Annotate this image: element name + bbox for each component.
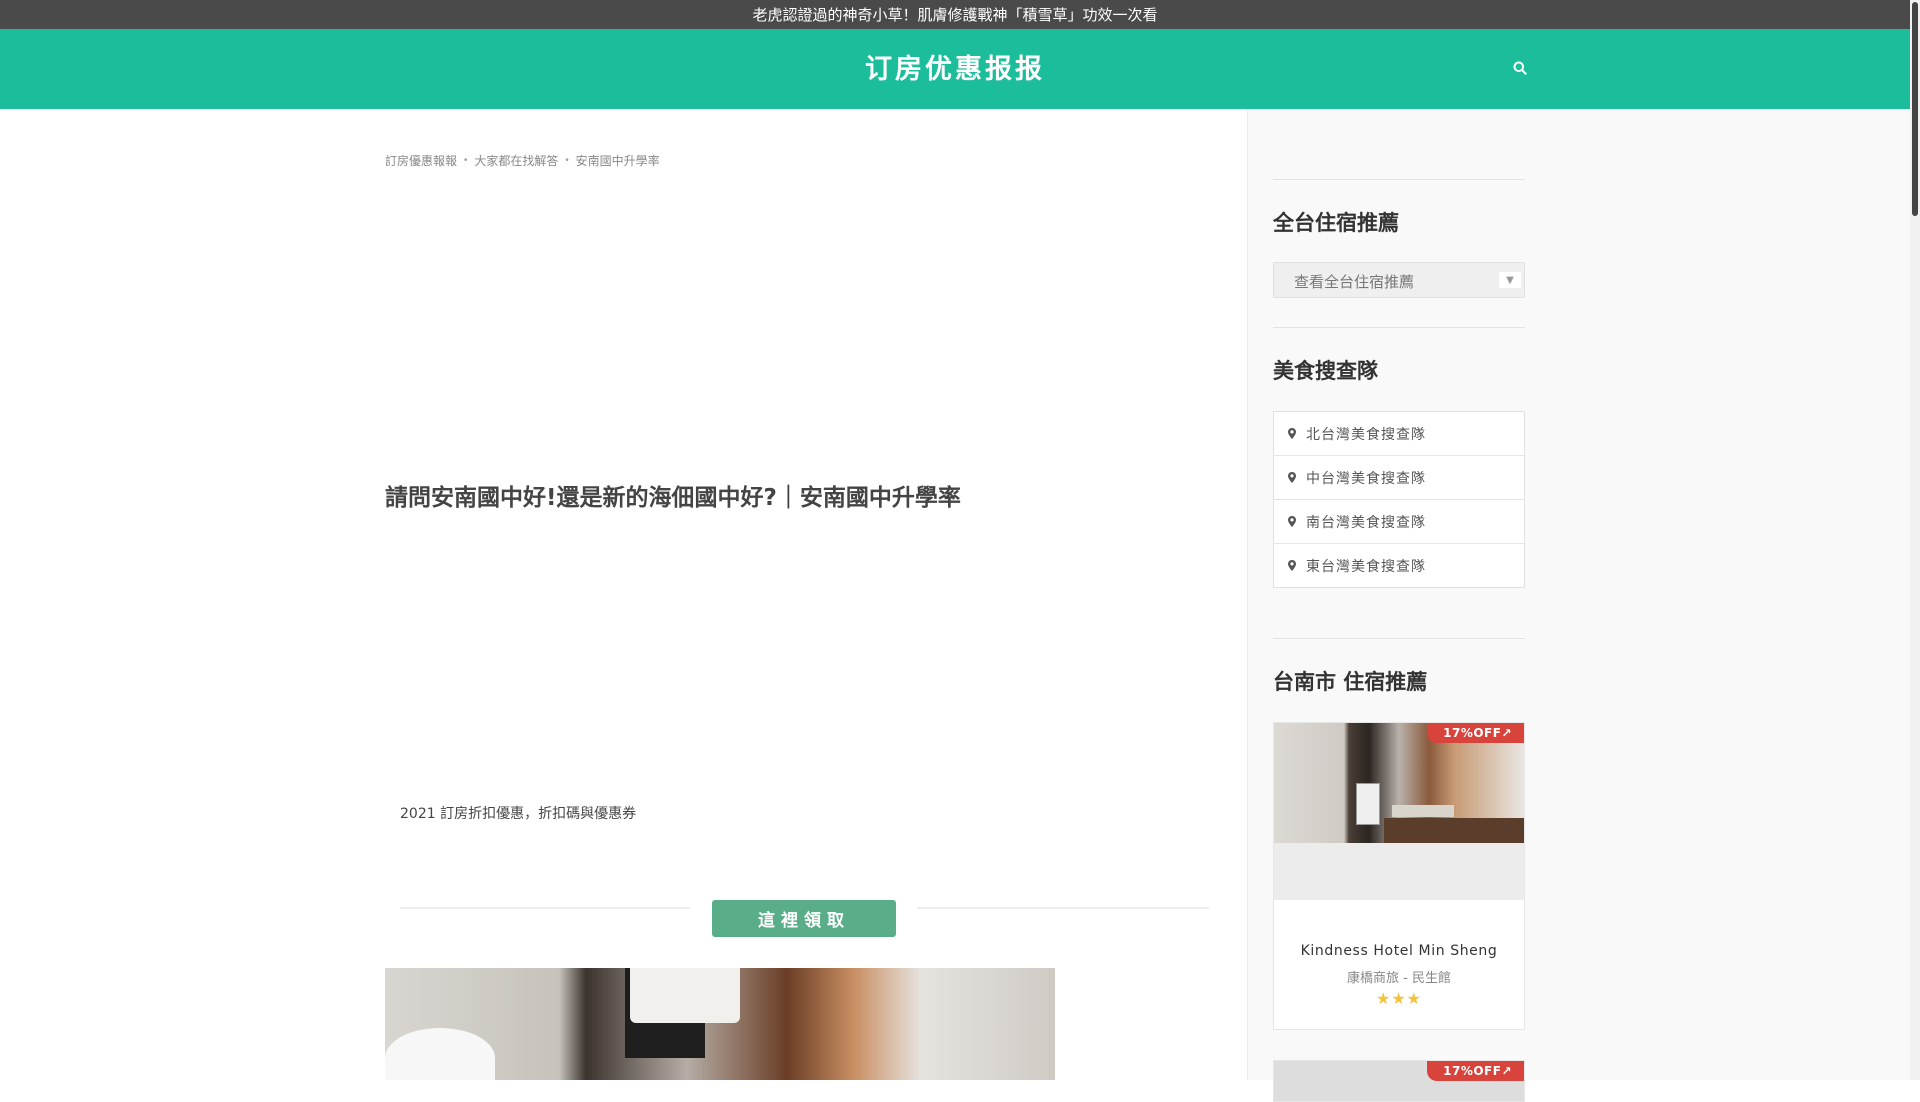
divider	[400, 907, 690, 909]
discount-promo-text: 2021 訂房折扣優惠，折扣碼與優惠券	[400, 806, 637, 822]
food-item-north[interactable]: 北台灣美食搜查隊	[1274, 412, 1524, 456]
hotel-subtitle: 康橋商旅 - 民生館	[1347, 971, 1451, 986]
hotel-room-image	[385, 968, 1055, 1080]
lodging-select[interactable]: 查看全台住宿推薦 ▼	[1273, 262, 1525, 298]
food-item-east[interactable]: 東台灣美食搜查隊	[1274, 544, 1524, 587]
hotel-card[interactable]: 17%OFF↗ Kindness Hotel Min Sheng 康橋商旅 - …	[1273, 722, 1525, 1030]
widget-divider	[1273, 638, 1525, 639]
breadcrumb-home[interactable]: 訂房優惠報報	[385, 152, 457, 169]
food-item-central[interactable]: 中台灣美食搜查隊	[1274, 456, 1524, 500]
promo-bar-text[interactable]: 老虎認證過的神奇小草！肌膚修護戰神「積雪草」功效一次看	[752, 4, 1157, 25]
map-pin-icon	[1288, 472, 1296, 483]
hotel-card[interactable]: 17%OFF↗	[1273, 1060, 1525, 1102]
bed-shape	[1274, 843, 1524, 900]
widget-divider	[1273, 327, 1525, 328]
hotel-image: 17%OFF↗	[1274, 723, 1524, 900]
divider	[917, 907, 1209, 909]
site-header: 订房优惠报报	[0, 29, 1910, 109]
lamp-shade-shape	[630, 968, 740, 1023]
hotel-widget-title: 台南市 住宿推薦	[1273, 670, 1428, 694]
map-pin-icon	[1288, 516, 1296, 527]
top-promo-bar[interactable]: 老虎認證過的神奇小草！肌膚修護戰神「積雪草」功效一次看	[0, 0, 1910, 29]
food-item-south[interactable]: 南台灣美食搜查隊	[1274, 500, 1524, 544]
post-title: 請問安南國中好!還是新的海佃國中好?｜安南國中升學率	[385, 485, 961, 511]
food-item-label: 東台灣美食搜查隊	[1306, 558, 1426, 575]
hotel-stars: ★★★	[1375, 989, 1423, 1008]
dropdown-arrow-icon: ▼	[1499, 272, 1521, 288]
map-pin-icon	[1288, 560, 1296, 571]
breadcrumb: 訂房優惠報報 • 大家都在找解答 • 安南國中升學率	[385, 152, 660, 169]
breadcrumb-current: 安南國中升學率	[575, 154, 660, 168]
lodging-widget-title: 全台住宿推薦	[1273, 211, 1399, 235]
page-scrollbar[interactable]	[1910, 0, 1920, 1080]
breadcrumb-separator: •	[463, 155, 469, 166]
books-shape	[1392, 805, 1454, 817]
lodging-select-value: 查看全台住宿推薦	[1294, 273, 1415, 291]
food-item-label: 南台灣美食搜查隊	[1306, 514, 1426, 531]
search-icon	[1513, 61, 1527, 75]
food-list: 北台灣美食搜查隊 中台灣美食搜查隊 南台灣美食搜查隊 東台灣美食搜查隊	[1273, 411, 1525, 588]
discount-badge: 17%OFF↗	[1427, 723, 1524, 743]
hotel-name: Kindness Hotel Min Sheng	[1300, 943, 1498, 959]
food-widget-title: 美食搜查隊	[1273, 359, 1378, 383]
claim-button[interactable]: 這裡領取	[712, 900, 896, 937]
box-shape	[1356, 783, 1380, 825]
discount-badge: 17%OFF↗	[1427, 1061, 1524, 1081]
food-item-label: 中台灣美食搜查隊	[1306, 470, 1426, 487]
pillow-shape	[385, 1028, 495, 1080]
map-pin-icon	[1288, 428, 1296, 439]
breadcrumb-category[interactable]: 大家都在找解答	[474, 152, 558, 169]
widget-divider	[1273, 179, 1525, 180]
food-item-label: 北台灣美食搜查隊	[1306, 426, 1426, 443]
site-logo[interactable]: 订房优惠报报	[0, 47, 1910, 86]
search-button[interactable]	[1508, 56, 1532, 80]
breadcrumb-separator: •	[564, 155, 570, 166]
scrollbar-thumb[interactable]	[1912, 2, 1918, 216]
